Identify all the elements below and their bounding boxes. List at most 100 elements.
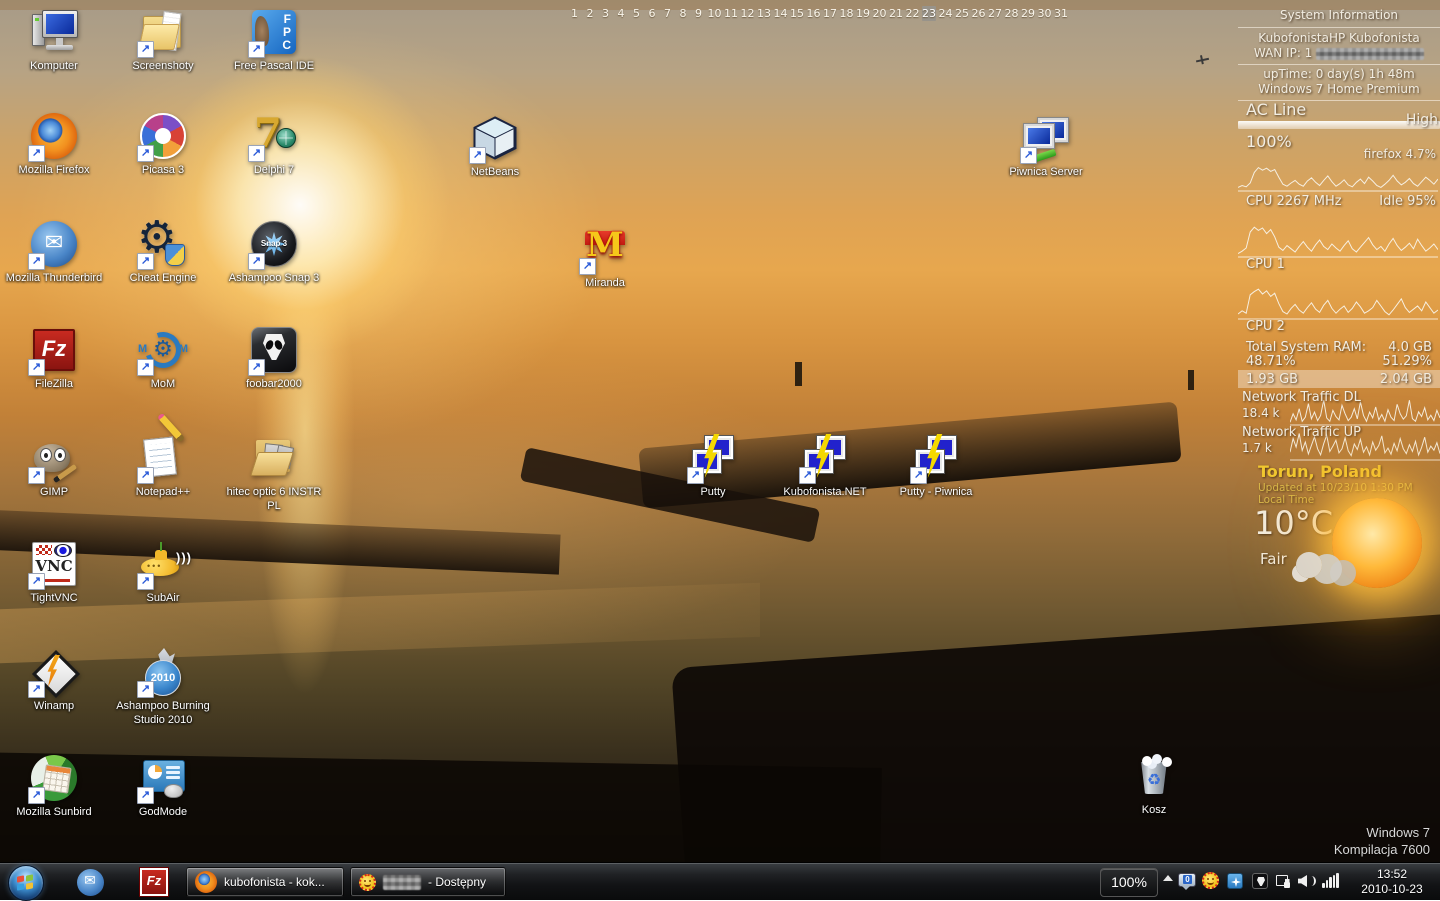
ram-used: 1.93 GB xyxy=(1246,372,1298,387)
calendar-day-21: 21 xyxy=(889,6,903,21)
calendar-day-28: 28 xyxy=(1005,6,1019,21)
desktop-icon-putty[interactable]: ↗Putty xyxy=(658,434,768,499)
desktop-icon-godmode[interactable]: ↗GodMode xyxy=(108,754,218,819)
taskbar-clock[interactable]: 13:52 2010-10-23 xyxy=(1350,867,1434,897)
shortcut-arrow-icon: ↗ xyxy=(248,145,265,162)
network-tray-icon[interactable] xyxy=(1322,872,1340,890)
shortcut-arrow-icon: ↗ xyxy=(137,359,154,376)
ram-free-pct: 51.29% xyxy=(1382,354,1432,369)
desktop-icon-ashampoo-burning-studio-2010[interactable]: 2010↗Ashampoo Burning Studio 2010 xyxy=(108,648,218,728)
power-tray-icon[interactable] xyxy=(1274,872,1292,890)
calendar-day-11: 11 xyxy=(724,6,738,21)
desktop-icon-kosz[interactable]: ♻Kosz xyxy=(1099,752,1209,817)
screenshoty-icon: ↗ xyxy=(139,8,187,56)
desktop-icon-filezilla[interactable]: Fz↗FileZilla xyxy=(0,326,109,391)
desktop-icon-notepad-plus-plus[interactable]: ↗Notepad++ xyxy=(108,434,218,499)
calendar-day-12: 12 xyxy=(741,6,755,21)
weather-location: Torun, Poland xyxy=(1258,462,1382,481)
shortcut-arrow-icon: ↗ xyxy=(137,41,154,58)
desktop-icon-putty-piwnica[interactable]: ↗Putty - Piwnica xyxy=(881,434,991,499)
hitec-optic-6-instr-pl-icon xyxy=(250,434,298,482)
snap-tray-icon[interactable] xyxy=(1226,872,1244,890)
mozilla-sunbird-icon: ↗ xyxy=(30,754,78,802)
cpu-speed: CPU 2267 MHz xyxy=(1246,194,1342,209)
desktop-icon-label: Mozilla Thunderbird xyxy=(6,271,102,285)
desktop-icon-label: Kubofonista.NET xyxy=(783,485,866,499)
taskbar-pinned-thunderbird[interactable]: ✉ xyxy=(68,866,112,898)
cpu-idle: Idle 95% xyxy=(1379,194,1436,209)
desktop[interactable]: 1234567891011121314151617181920212223242… xyxy=(0,0,1440,900)
desktop-icon-piwnica-server[interactable]: ↗Piwnica Server xyxy=(991,114,1101,179)
desktop-icon-ashampoo-snap-3[interactable]: Snap 3↗Ashampoo Snap 3 xyxy=(219,220,329,285)
star-icon xyxy=(1231,877,1241,887)
komputer-icon xyxy=(30,8,78,56)
desktop-icon-label: Picasa 3 xyxy=(142,163,184,177)
calendar-day-27: 27 xyxy=(988,6,1002,21)
shortcut-arrow-icon: ↗ xyxy=(137,787,154,804)
desktop-icon-label: Winamp xyxy=(34,699,74,713)
mozilla-firefox-icon: ↗ xyxy=(30,112,78,160)
desktop-icon-label: Screenshoty xyxy=(132,59,193,73)
taskbar-window-miranda[interactable]: - Dostępny xyxy=(350,867,506,897)
desktop-icon-subair[interactable]: )))↗SubAir xyxy=(108,540,218,605)
desktop-icon-label: MoM xyxy=(151,377,175,391)
taskbar-pinned-filezilla[interactable]: Fz xyxy=(132,866,176,898)
desktop-icon-mom[interactable]: ⚙MM↗MoM xyxy=(108,326,218,391)
calendar-day-14: 14 xyxy=(774,6,788,21)
calendar-day-30: 30 xyxy=(1038,6,1052,21)
taskbar-window-firefox[interactable]: kubofonista - kok... xyxy=(186,867,344,897)
show-hidden-icons-button[interactable] xyxy=(1163,875,1173,881)
cpu1-label: CPU 1 xyxy=(1246,257,1285,272)
desktop-icon-picasa-3[interactable]: ↗Picasa 3 xyxy=(108,112,218,177)
sysinfo-wan-ip: WAN IP: 1 xyxy=(1238,46,1440,60)
cpu1-graph xyxy=(1238,214,1438,258)
shortcut-arrow-icon: ↗ xyxy=(28,145,45,162)
desktop-icon-netbeans[interactable]: ↗NetBeans xyxy=(440,114,550,179)
shortcut-arrow-icon: ↗ xyxy=(137,467,154,484)
start-button[interactable] xyxy=(8,865,44,901)
desktop-icon-cheat-engine[interactable]: ⚙↗Cheat Engine xyxy=(108,220,218,285)
desktop-icon-miranda[interactable]: M↗Miranda xyxy=(550,225,660,290)
weather-condition: Fair xyxy=(1260,550,1287,568)
windows-flag-icon xyxy=(17,875,24,882)
calendar-day-20: 20 xyxy=(873,6,887,21)
desktop-icon-gimp[interactable]: ↗GIMP xyxy=(0,434,109,499)
calendar-day-4: 4 xyxy=(615,6,628,21)
taskbar-window-title: - Dostępny xyxy=(428,875,486,889)
desktop-icon-winamp[interactable]: ↗Winamp xyxy=(0,648,109,713)
desktop-icon-hitec-optic-6-instr-pl[interactable]: hitec optic 6 INSTR PL xyxy=(219,434,329,514)
sysinfo-title: System Information xyxy=(1238,8,1440,22)
desktop-icon-label: Putty xyxy=(700,485,725,499)
cpu-total-graph xyxy=(1238,156,1438,192)
desktop-icon-label: SubAir xyxy=(146,591,179,605)
desktop-icon-delphi-7[interactable]: 7↗Delphi 7 xyxy=(219,112,329,177)
desktop-icon-label: Mozilla Firefox xyxy=(19,163,90,177)
net-up-value: 1.7 k xyxy=(1242,441,1272,455)
desktop-icon-kubofonista-net[interactable]: ↗ Kubofonista.NET xyxy=(770,434,880,499)
mozilla-thunderbird-icon: ✉↗ xyxy=(30,220,78,268)
calendar-day-17: 17 xyxy=(823,6,837,21)
desktop-icon-free-pascal-ide[interactable]: FPC↗Free Pascal IDE xyxy=(219,8,329,73)
desktop-icon-screenshoty[interactable]: ↗Screenshoty xyxy=(108,8,218,73)
desktop-icon-mozilla-firefox[interactable]: ↗Mozilla Firefox xyxy=(0,112,109,177)
airplane-icon xyxy=(1195,54,1211,67)
desktop-icon-label: Mozilla Sunbird xyxy=(16,805,91,819)
volume-tray-icon[interactable] xyxy=(1297,872,1315,890)
calendar-day-19: 19 xyxy=(856,6,870,21)
filezilla-icon: Fz↗ xyxy=(30,326,78,374)
desktop-icon-foobar2000[interactable]: ↗foobar2000 xyxy=(219,326,329,391)
desktop-icon-mozilla-sunbird[interactable]: ↗ Mozilla Sunbird xyxy=(0,754,109,819)
miranda-sun-icon xyxy=(1202,872,1219,889)
cpu2-label: CPU 2 xyxy=(1246,319,1285,334)
free-pascal-ide-icon: FPC↗ xyxy=(250,8,298,56)
cheat-engine-icon: ⚙↗ xyxy=(139,220,187,268)
tray-meter[interactable]: 100% xyxy=(1100,868,1158,897)
desktop-icon-mozilla-thunderbird[interactable]: ✉↗ Mozilla Thunderbird xyxy=(0,220,109,285)
desktop-icon-tightvnc[interactable]: VNC↗TightVNC xyxy=(0,540,109,605)
miranda-tray-icon[interactable] xyxy=(1202,872,1220,890)
foobar2000-tray-icon[interactable] xyxy=(1251,872,1269,890)
desktop-icon-label: Ashampoo Burning Studio 2010 xyxy=(109,699,217,728)
desktop-icon-komputer[interactable]: Komputer xyxy=(0,8,109,73)
message-count-tray-icon[interactable]: 0 xyxy=(1178,872,1196,890)
kubofonista-net-icon: ↗ xyxy=(801,434,849,482)
